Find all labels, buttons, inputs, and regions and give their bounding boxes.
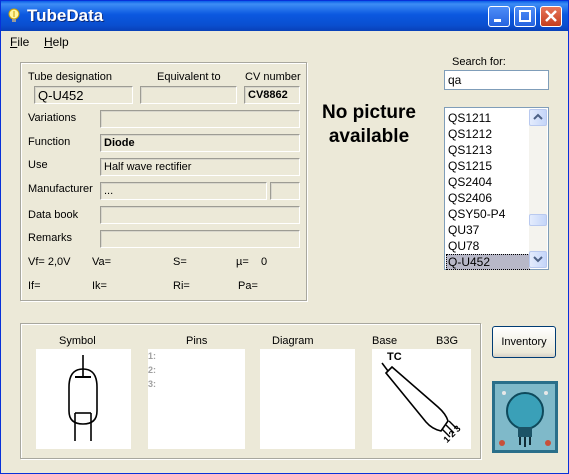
no-picture-text: No picture available: [322, 102, 416, 147]
diagram-label: Diagram: [272, 335, 314, 347]
menu-help[interactable]: Help: [44, 35, 69, 49]
symbol-label: Symbol: [59, 335, 96, 347]
results-scrollbar[interactable]: [529, 109, 547, 268]
remarks-field[interactable]: [100, 230, 300, 248]
window-title: TubeData: [27, 6, 104, 25]
search-label: Search for:: [452, 56, 506, 68]
pins-panel: 1: 2: 3:: [148, 349, 245, 449]
chevron-up-icon: [533, 113, 543, 120]
maximize-icon: [519, 10, 531, 22]
diagram-panel: [260, 349, 355, 449]
search-result-item[interactable]: QS1211: [446, 110, 530, 126]
scroll-down-button[interactable]: [529, 251, 547, 268]
function-label: Function: [28, 136, 71, 148]
use-field[interactable]: Half wave rectifier: [100, 158, 300, 176]
scroll-up-button[interactable]: [529, 109, 547, 126]
variations-label: Variations: [28, 112, 77, 124]
search-result-item[interactable]: QS1215: [446, 158, 530, 174]
ri-value: Ri=: [173, 280, 190, 292]
close-icon: [545, 10, 557, 22]
base-panel: TC 1 2 3: [372, 349, 471, 449]
search-result-item[interactable]: Q-U452: [446, 254, 530, 270]
va-value: Va=: [92, 256, 112, 268]
tube-logo-image: [492, 381, 558, 453]
pin-1-label: 1:: [148, 351, 157, 361]
vf-value: Vf= 2,0V: [28, 256, 71, 268]
title-bar[interactable]: TubeData: [1, 1, 568, 31]
menu-help-label: Help: [44, 35, 69, 49]
manufacturer-field[interactable]: ...: [100, 182, 267, 200]
chevron-down-icon: [533, 256, 543, 263]
pin-2-label: 2:: [148, 365, 157, 375]
variations-field[interactable]: [100, 110, 300, 128]
lightbulb-icon: [8, 8, 20, 22]
tube-designation-field[interactable]: Q-U452: [34, 86, 133, 104]
mu-label: µ=: [236, 256, 249, 268]
if-value: If=: [28, 280, 41, 292]
diode-tube-symbol: [68, 355, 98, 441]
search-result-item[interactable]: QS1213: [446, 142, 530, 158]
symbol-panel: [36, 349, 131, 449]
pin-3-label: 3:: [148, 379, 157, 389]
tubedata-window: TubeData File Help Tube designation Equi…: [0, 0, 569, 474]
inventory-button-label: Inventory: [501, 336, 547, 348]
search-result-item[interactable]: QU37: [446, 222, 530, 238]
ik-value: Ik=: [92, 280, 107, 292]
pa-value: Pa=: [238, 280, 258, 292]
close-button[interactable]: [540, 6, 562, 27]
minimize-icon: [494, 19, 501, 22]
mu-value: 0: [261, 256, 268, 268]
search-result-item[interactable]: QS2406: [446, 190, 530, 206]
minimize-button[interactable]: [488, 6, 510, 27]
search-result-item[interactable]: QU78: [446, 238, 530, 254]
manufacturer-code-field[interactable]: [270, 182, 300, 200]
use-label: Use: [28, 159, 48, 171]
tube-designation-label: Tube designation: [28, 71, 112, 83]
search-result-item[interactable]: QS2404: [446, 174, 530, 190]
menu-file[interactable]: File: [10, 35, 29, 49]
data-book-label: Data book: [28, 209, 79, 221]
cv-number-field[interactable]: CV8862: [244, 86, 300, 104]
menu-file-label: File: [10, 35, 30, 49]
function-field[interactable]: Diode: [100, 134, 300, 152]
scroll-thumb[interactable]: [529, 214, 547, 226]
equivalent-label: Equivalent to: [157, 71, 221, 83]
remarks-label: Remarks: [28, 232, 73, 244]
equivalent-field[interactable]: [140, 86, 237, 104]
base-type-value: B3G: [436, 335, 459, 347]
cv-number-label: CV number: [245, 71, 301, 83]
s-value: S=: [173, 256, 187, 268]
manufacturer-label: Manufacturer: [28, 183, 93, 195]
pins-label: Pins: [186, 335, 208, 347]
search-result-item[interactable]: QS1212: [446, 126, 530, 142]
data-book-field[interactable]: [100, 206, 300, 224]
search-input[interactable]: qa: [444, 70, 549, 90]
menu-bar: File Help: [1, 32, 568, 52]
base-label: Base: [372, 335, 398, 347]
maximize-button[interactable]: [514, 6, 536, 27]
search-results-list[interactable]: QS1211 QS1212 QS1213 QS1215 QS2404 QS2406 QSY5…: [444, 107, 549, 270]
search-result-item[interactable]: QSY50-P4: [446, 206, 530, 222]
inventory-button[interactable]: Inventory: [492, 326, 556, 358]
